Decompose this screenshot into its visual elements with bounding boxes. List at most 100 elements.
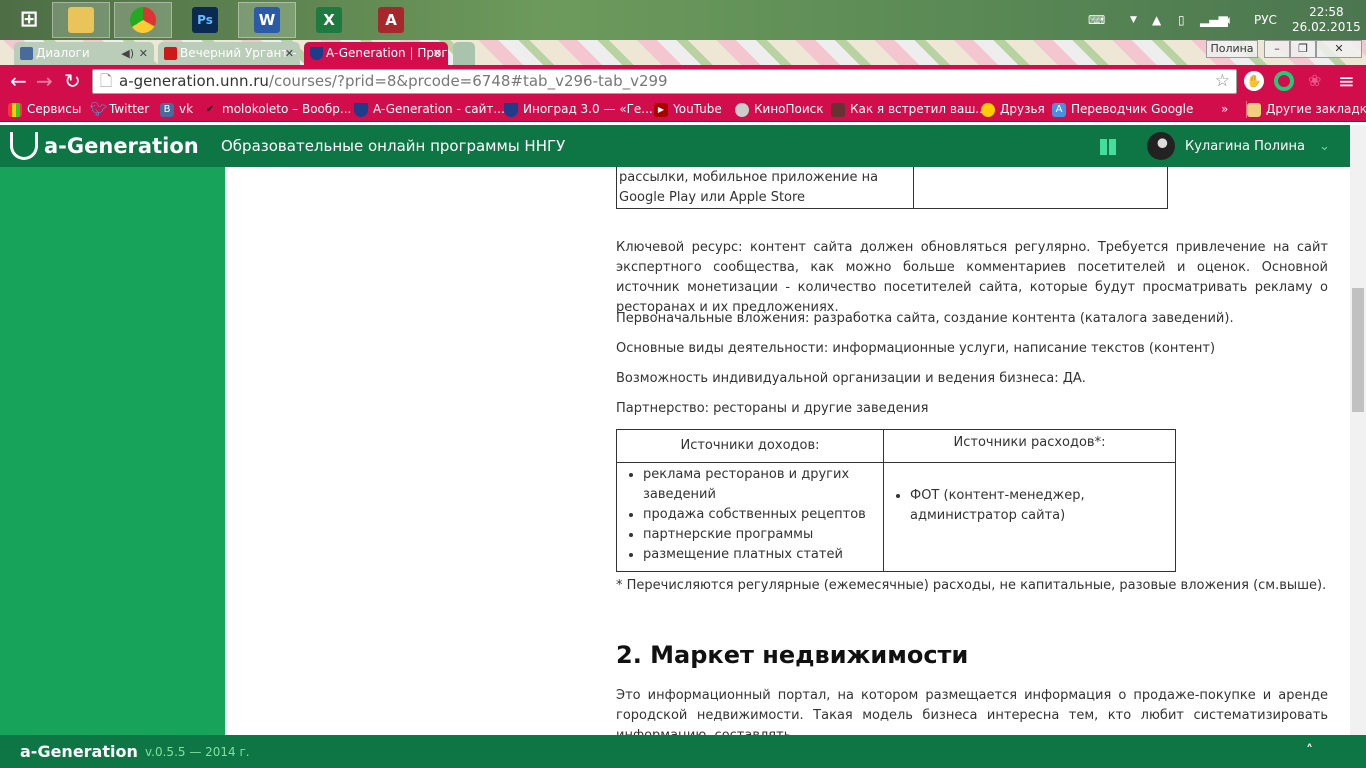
bookmark-label: Переводчик Google xyxy=(1071,102,1194,116)
bookmark-star-icon[interactable]: ☆ xyxy=(1215,70,1230,93)
tab-dialogs[interactable]: Диалоги ◀) ✕ xyxy=(14,42,154,65)
taskbar: ⊞ Ps W X A ⌨ ▼ ▲ ▯ ▂▄▆ 🔈︎ РУС 22:58 26.02… xyxy=(0,0,1366,40)
extension-icon[interactable] xyxy=(1274,71,1294,91)
chrome-menu-icon[interactable]: ≡ xyxy=(1338,69,1355,93)
scroll-to-top-button[interactable]: ˄ xyxy=(1306,743,1313,759)
bookmark-label: КиноПоиск xyxy=(754,102,824,116)
apps-icon xyxy=(8,102,22,117)
bookmark-google-translate[interactable]: A Переводчик Google xyxy=(1052,101,1193,118)
tab-title: A-Generation | Программ xyxy=(326,46,448,60)
bookmark-label: Иноград 3.0 — «Ге... xyxy=(523,102,653,116)
close-icon[interactable]: ✕ xyxy=(139,42,148,65)
table-cell: рассылки, мобильное приложение на Google… xyxy=(616,167,914,209)
language-indicator[interactable]: РУС xyxy=(1254,0,1277,40)
other-bookmarks[interactable]: Другие закладки xyxy=(1246,101,1366,118)
list-item: ФОТ (контент-менеджер, администратор сай… xyxy=(910,486,1175,526)
list-item: размещение платных статей xyxy=(643,545,883,565)
a-generation-icon xyxy=(504,102,518,117)
tab-a-generation[interactable]: A-Generation | Программ✕ xyxy=(304,42,448,65)
adblock-icon[interactable]: ✋ xyxy=(1244,71,1264,91)
tab-urgant[interactable]: Вечерний Ургант - Григо✕ xyxy=(158,42,300,65)
reload-button[interactable]: ↻ xyxy=(64,69,81,93)
bookmark-services[interactable]: Сервисы xyxy=(8,101,81,118)
bookmark-himym[interactable]: Как я встретил ваш... xyxy=(831,101,987,118)
url-host: a-generation.unn.ru xyxy=(119,72,269,90)
paragraph-real-estate: Это информационный портал, на котором ра… xyxy=(616,688,1328,735)
youtube-favicon-icon xyxy=(164,47,177,60)
tab-strip: Диалоги◀)✕ Вечерний Ургант - Григо✕ A-Ge… xyxy=(0,40,1366,65)
bird-icon: ✔ xyxy=(205,103,215,115)
expense-list: ФОТ (контент-менеджер, администратор сай… xyxy=(884,486,1175,526)
bookmark-label: YouTube xyxy=(673,102,722,116)
explorer-icon[interactable] xyxy=(52,2,110,38)
audio-icon: ◀) xyxy=(121,47,134,60)
bookmark-youtube[interactable]: ▶ YouTube xyxy=(654,101,722,118)
battery-icon: ▯ xyxy=(1178,13,1185,27)
close-icon[interactable]: ✕ xyxy=(433,42,442,65)
bookmark-label: molokoleto – Вообр... xyxy=(222,102,352,116)
bookmarks-more-button[interactable]: » xyxy=(1221,101,1228,118)
back-button[interactable]: ← xyxy=(10,69,27,93)
chevron-down-icon: ⌄ xyxy=(1319,138,1330,154)
income-list: реклама ресторанов и других заведений пр… xyxy=(617,465,883,565)
site-subtitle: Образовательные онлайн программы ННГУ xyxy=(221,137,566,155)
volume-icon[interactable]: 🔈︎ xyxy=(1226,0,1233,40)
course-content: рассылки, мобильное приложение на Google… xyxy=(225,167,1350,735)
photoshop-icon[interactable]: Ps xyxy=(176,2,234,38)
bookmark-inograd[interactable]: Иноград 3.0 — «Ге... xyxy=(504,101,653,118)
keyboard-icon[interactable]: ⌨ xyxy=(1088,0,1105,40)
bookmarks-bar: Сервисы 🐦︎ Twitter Bvk ✔ molokoleto – Вооб… xyxy=(0,97,1366,122)
app-header: a-Generation Образовательные онлайн прог… xyxy=(0,125,1366,167)
bookmark-friends[interactable]: Друзья xyxy=(981,101,1045,118)
profile-button[interactable]: Полина xyxy=(1206,40,1258,58)
restore-button[interactable]: ❐ xyxy=(1290,40,1316,58)
drive-icon: ▲ xyxy=(1152,13,1162,27)
translate-icon: A xyxy=(1052,102,1066,117)
chrome-icon[interactable] xyxy=(114,2,172,38)
avatar xyxy=(1147,132,1175,160)
income-header: Источники доходов: xyxy=(616,429,884,463)
bookmark-a-generation[interactable]: A-Generation - сайт... xyxy=(354,101,505,118)
tray-expand-icon[interactable]: ▼ xyxy=(1130,0,1137,40)
minimize-button[interactable]: – xyxy=(1264,40,1290,58)
vk-icon: B xyxy=(160,102,174,117)
bookmark-vk[interactable]: Bvk xyxy=(160,101,193,118)
paragraph-partnership: Партнерство: рестораны и другие заведени… xyxy=(616,401,929,416)
new-tab-button[interactable] xyxy=(453,42,475,65)
clock[interactable]: 22:58 26.02.2015 xyxy=(1292,0,1361,40)
paragraph-key-resource: Ключевой ресурс: контент сайта должен об… xyxy=(616,240,1328,315)
bookmark-molokoleto[interactable]: ✔ molokoleto – Вообр... xyxy=(203,101,352,118)
close-window-button[interactable]: ✕ xyxy=(1316,40,1362,58)
tab-title: Вечерний Ургант - Григо xyxy=(180,46,300,60)
table-cell xyxy=(913,167,1168,209)
page-scrollbar[interactable] xyxy=(1350,125,1366,735)
bookmark-label: Друзья xyxy=(1000,102,1045,116)
time: 22:58 xyxy=(1309,5,1344,19)
date: 26.02.2015 xyxy=(1292,20,1361,34)
bookmark-twitter[interactable]: 🐦︎ Twitter xyxy=(90,101,149,118)
excel-icon[interactable]: X xyxy=(300,2,358,38)
bookmark-label: A-Generation - сайт... xyxy=(373,102,505,116)
footnote: * Перечисляются регулярные (ежемесячные)… xyxy=(616,578,1327,593)
a-generation-icon xyxy=(354,102,368,117)
scrollbar-thumb[interactable] xyxy=(1352,288,1364,412)
top-table: рассылки, мобильное приложение на Google… xyxy=(616,167,1168,209)
thumbnail-icon xyxy=(831,102,845,117)
address-bar[interactable]: 🗋︎ a-generation.unn.ru/courses/?prid=8&p… xyxy=(92,69,1237,94)
forward-button[interactable]: → xyxy=(36,69,53,93)
twitter-icon: 🐦︎ xyxy=(90,101,108,118)
word-icon[interactable]: W xyxy=(238,2,296,38)
windows-start-icon[interactable]: ⊞ xyxy=(0,2,58,38)
site-logo[interactable]: a-Generation xyxy=(10,132,199,160)
browser-toolbar: ← → ↻ 🗋︎ a-generation.unn.ru/courses/?pr… xyxy=(0,65,1366,97)
film-reel-icon xyxy=(735,102,749,117)
user-menu[interactable]: Кулагина Полина ⌄ xyxy=(1147,132,1330,160)
paragraph-investments: Первоначальные вложения: разработка сайт… xyxy=(616,311,1234,326)
close-icon[interactable]: ✕ xyxy=(285,42,294,65)
paw-extension-icon[interactable]: ❀ xyxy=(1308,69,1321,93)
sidebar xyxy=(0,167,225,735)
access-icon[interactable]: A xyxy=(362,2,420,38)
grid-apps-icon[interactable] xyxy=(1100,139,1116,155)
bookmark-kinopoisk[interactable]: КиноПоиск xyxy=(735,101,824,118)
footer-logo: a-Generation xyxy=(20,742,138,761)
